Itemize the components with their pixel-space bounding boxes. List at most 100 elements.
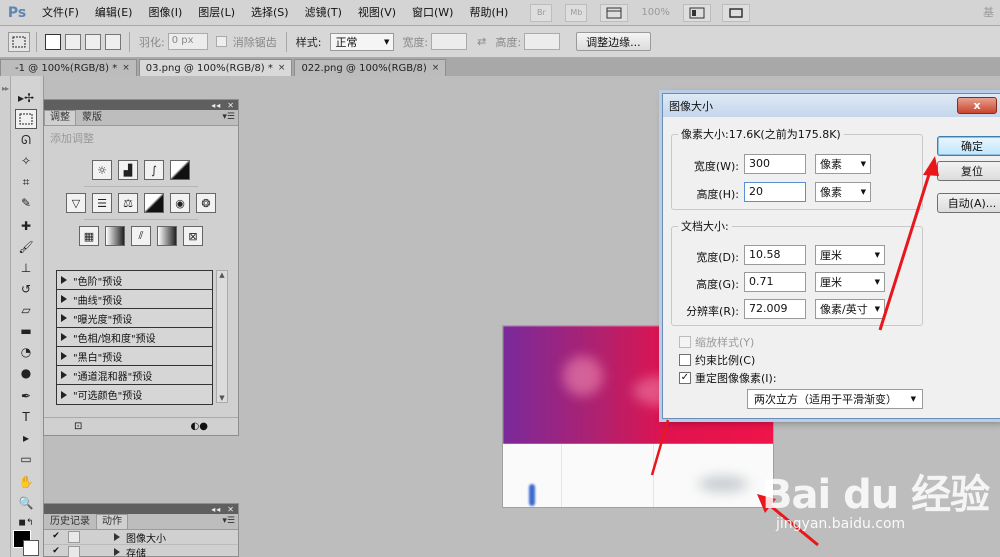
close-icon[interactable]: × <box>278 63 286 73</box>
width-input[interactable] <box>431 33 468 50</box>
width-unit-select[interactable]: 像素 ▼ <box>815 154 871 174</box>
resample-method-select[interactable]: 两次立方（适用于平滑渐变） ▼ <box>747 389 923 409</box>
menu-edit[interactable]: 编辑(E) <box>87 0 141 26</box>
doc-width-input[interactable]: 10.58 <box>744 245 806 265</box>
check-icon[interactable]: ✓ <box>679 372 691 384</box>
panel-menu-icon[interactable]: ▾☰ <box>222 112 235 122</box>
healing-brush-tool-icon[interactable]: ✚ <box>15 216 37 236</box>
menu-window[interactable]: 窗口(W) <box>404 0 461 26</box>
photo-filter-icon[interactable]: ◉ <box>170 193 190 213</box>
dialog-toggle-box[interactable] <box>68 546 80 557</box>
add-selection-mode[interactable] <box>65 33 81 50</box>
curves-icon[interactable]: ∫ <box>144 160 164 180</box>
list-item[interactable]: "曲线"预设 <box>57 290 212 309</box>
return-to-list-icon[interactable]: ⊡ <box>74 421 82 432</box>
eyedropper-tool-icon[interactable]: ✎ <box>15 193 37 213</box>
list-item[interactable]: ✔ 存储 <box>44 545 238 557</box>
tab-history[interactable]: 历史记录 <box>44 514 96 529</box>
dodge-tool-icon[interactable]: ● <box>15 363 37 383</box>
list-item[interactable]: "可选颜色"预设 <box>57 385 212 404</box>
list-item[interactable]: "曝光度"预设 <box>57 309 212 328</box>
preset-scrollbar[interactable]: ▲ ▼ <box>216 270 228 403</box>
brush-tool-icon[interactable]: 🖌 <box>15 237 37 257</box>
tab-masks[interactable]: 蒙版 <box>76 110 108 125</box>
menu-help[interactable]: 帮助(H) <box>461 0 516 26</box>
collapse-icon[interactable]: ◂◂ <box>211 101 221 110</box>
dialog-titlebar[interactable]: 图像大小 x <box>663 94 1000 117</box>
minibridge-button[interactable]: Mb <box>565 3 588 22</box>
height-unit-select[interactable]: 像素 ▼ <box>815 182 871 202</box>
rect-marquee-tool-icon[interactable] <box>15 109 37 129</box>
menu-layer[interactable]: 图层(L) <box>190 0 243 26</box>
menu-select[interactable]: 选择(S) <box>243 0 297 26</box>
selective-color-icon[interactable]: ⊠ <box>183 226 203 246</box>
posterize-icon[interactable] <box>105 226 125 246</box>
width-input[interactable]: 300 <box>744 154 806 174</box>
clip-layer-icon[interactable]: ◐● <box>191 421 208 432</box>
gradient-tool-icon[interactable]: ▬ <box>15 321 37 341</box>
zoom-level[interactable]: 100% <box>641 7 670 18</box>
resolution-unit-select[interactable]: 像素/英寸 ▼ <box>815 299 885 319</box>
move-tool-icon[interactable]: ▸✢ <box>15 88 37 108</box>
tab-adjustments[interactable]: 调整 <box>44 110 76 125</box>
collapse-icon[interactable]: ◂◂ <box>211 505 221 514</box>
doc-tab-3[interactable]: 022.png @ 100%(RGB/8) × <box>294 59 447 76</box>
constrain-proportions-checkbox[interactable]: 约束比例(C) <box>679 352 755 368</box>
close-icon[interactable]: × <box>122 63 130 73</box>
check-icon[interactable]: ✔ <box>50 546 62 557</box>
blur-tool-icon[interactable]: ◔ <box>15 342 37 362</box>
ok-button[interactable]: 确定 <box>937 136 1000 156</box>
scroll-down-icon[interactable]: ▼ <box>217 394 227 402</box>
screen-mode-button[interactable] <box>721 3 750 22</box>
doc-tab-1[interactable]: -1 @ 100%(RGB/8) * × <box>0 59 137 76</box>
quick-selection-tool-icon[interactable]: ✧ <box>15 151 37 171</box>
levels-icon[interactable]: ▟ <box>118 160 138 180</box>
new-selection-mode[interactable] <box>45 33 61 50</box>
swap-icon[interactable]: ⇄ <box>477 35 486 48</box>
menu-file[interactable]: 文件(F) <box>34 0 87 26</box>
type-tool-icon[interactable]: T <box>15 407 37 427</box>
list-item[interactable]: "色相/饱和度"预设 <box>57 328 212 347</box>
dialog-toggle-box[interactable] <box>68 531 80 543</box>
tab-actions[interactable]: 动作 <box>96 514 128 529</box>
hand-tool-icon[interactable]: ✋ <box>15 472 37 492</box>
resample-checkbox[interactable]: ✓ 重定图像像素(I): <box>679 370 777 386</box>
refine-edge-button[interactable]: 调整边缘... <box>576 32 651 51</box>
bridge-button[interactable]: Br <box>530 3 553 22</box>
close-icon[interactable]: × <box>432 63 440 73</box>
threshold-icon[interactable]: ⫽ <box>131 226 151 246</box>
gradient-map-icon[interactable] <box>157 226 177 246</box>
doc-width-unit-select[interactable]: 厘米 ▼ <box>815 245 885 265</box>
doc-tab-2[interactable]: 03.png @ 100%(RGB/8) * × <box>138 59 293 76</box>
auto-button[interactable]: 自动(A)... <box>937 193 1000 213</box>
antialias-checkbox[interactable] <box>215 36 227 47</box>
arrange-documents-button[interactable] <box>682 3 711 22</box>
doc-height-input[interactable]: 0.71 <box>744 272 806 292</box>
height-input[interactable] <box>524 33 561 50</box>
intersect-selection-mode[interactable] <box>105 33 121 50</box>
menu-filter[interactable]: 滤镜(T) <box>297 0 350 26</box>
resolution-input[interactable]: 72.009 <box>744 299 806 319</box>
workspace-label[interactable]: 基 <box>983 0 994 26</box>
menu-view[interactable]: 视图(V) <box>350 0 404 26</box>
close-icon[interactable]: ✕ <box>227 101 235 110</box>
doc-height-unit-select[interactable]: 厘米 ▼ <box>815 272 885 292</box>
brightness-icon[interactable]: ☼ <box>92 160 112 180</box>
height-input[interactable]: 20 <box>744 182 806 202</box>
close-icon[interactable]: ✕ <box>227 505 235 514</box>
list-item[interactable]: ✔ 图像大小 <box>44 530 238 545</box>
panel-menu-icon[interactable]: ▾☰ <box>222 516 235 526</box>
tool-preset-picker[interactable] <box>8 31 30 52</box>
scroll-up-icon[interactable]: ▲ <box>217 271 227 279</box>
list-item[interactable]: "黑白"预设 <box>57 347 212 366</box>
feather-input[interactable]: 0 px <box>167 33 208 50</box>
reset-button[interactable]: 复位 <box>937 161 1000 181</box>
vibrance-icon[interactable]: ▽ <box>66 193 86 213</box>
list-item[interactable]: "通道混和器"预设 <box>57 366 212 385</box>
checkbox-box[interactable] <box>679 336 691 348</box>
path-selection-tool-icon[interactable]: ▸ <box>15 428 37 448</box>
subtract-selection-mode[interactable] <box>85 33 101 50</box>
shape-tool-icon[interactable]: ▭ <box>15 449 37 469</box>
black-white-icon[interactable] <box>144 193 164 213</box>
checkbox-box[interactable] <box>679 354 691 366</box>
